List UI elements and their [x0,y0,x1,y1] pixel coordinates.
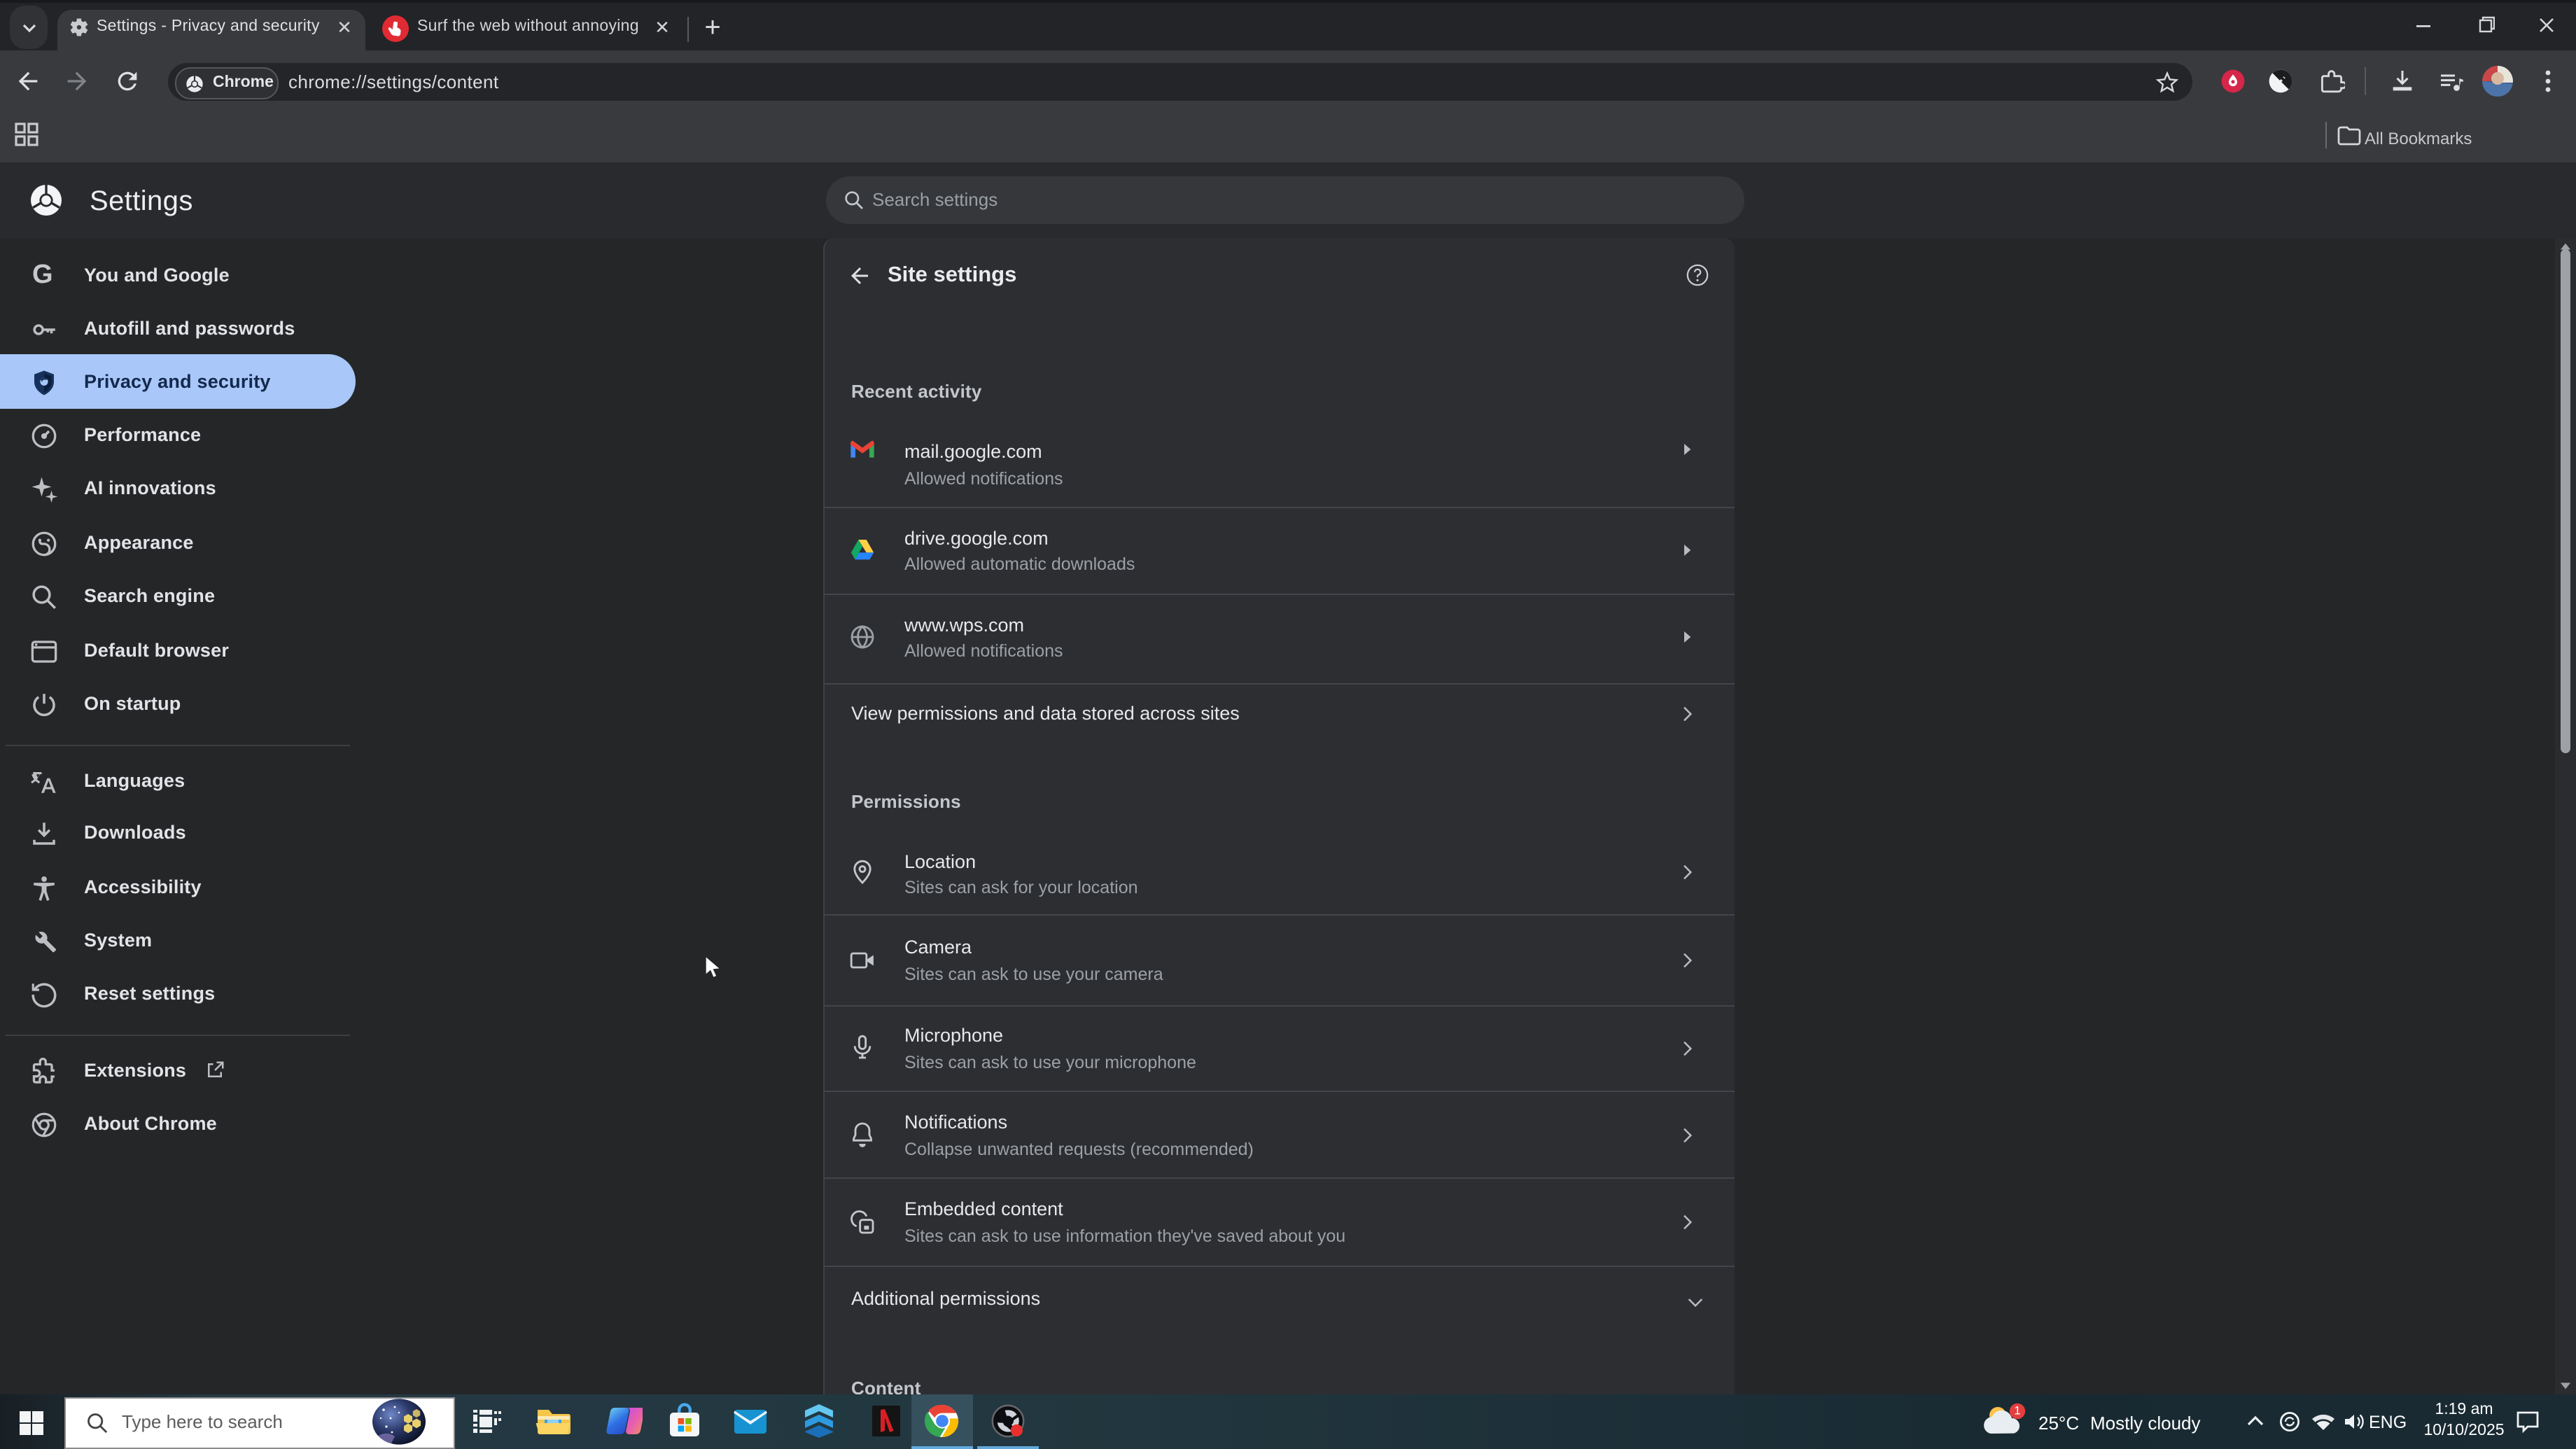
svg-text:1: 1 [2014,1404,2020,1418]
